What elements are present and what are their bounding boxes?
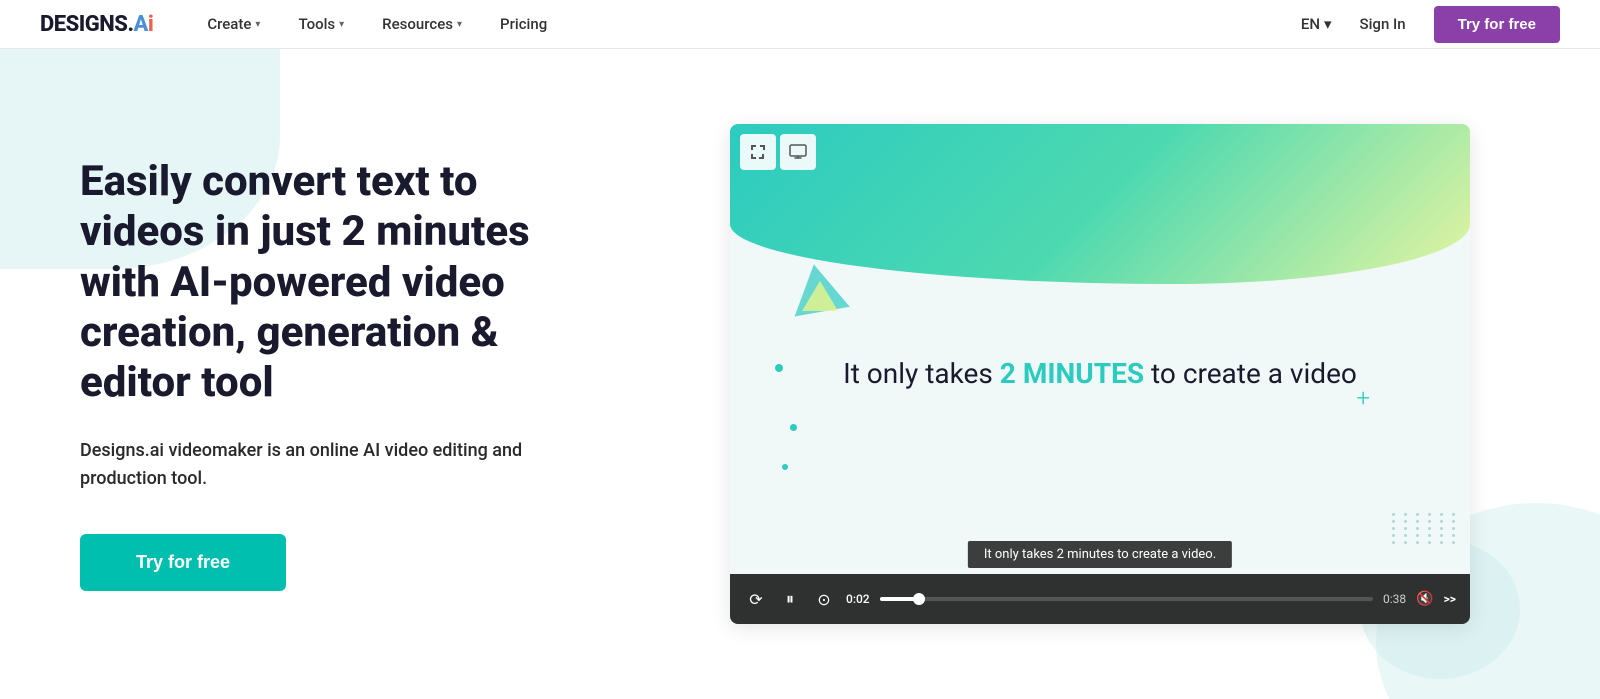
chevron-down-icon: ▾ xyxy=(339,19,344,30)
video-subtitle: It only takes 2 minutes to create a vide… xyxy=(968,541,1232,568)
logo-brand: DESIGNS. xyxy=(40,12,133,37)
dot-grid-decoration xyxy=(1392,513,1460,544)
video-main-text: It only takes 2 MINUTES to create a vide… xyxy=(804,353,1396,395)
forward-icon[interactable]: ⊙ xyxy=(812,590,836,609)
video-controls: ⟳ ⏸ ⊙ 0:02 0:38 🔇 >> xyxy=(730,574,1470,624)
try-free-hero-button[interactable]: Try for free xyxy=(80,534,286,591)
hero-right: + It only takes 2 MINUTES to create a vi… xyxy=(640,124,1600,624)
logo[interactable]: DESIGNS.Ai xyxy=(40,12,153,37)
deco-dot-1 xyxy=(775,364,783,372)
pause-icon[interactable]: ⏸ xyxy=(778,589,802,609)
nav-links: Create ▾ Tools ▾ Resources ▾ Pricing xyxy=(193,9,1301,39)
progress-bar[interactable] xyxy=(880,597,1373,601)
resize-icon[interactable] xyxy=(740,134,776,170)
skip-forward-icon[interactable]: >> xyxy=(1444,592,1456,606)
nav-right: EN ▾ Sign In Try for free xyxy=(1301,6,1560,43)
video-toolbar xyxy=(740,134,816,170)
deco-triangle-inner xyxy=(802,281,838,311)
logo-ai-a: A xyxy=(133,12,147,37)
chevron-down-icon: ▾ xyxy=(1324,15,1332,33)
language-selector[interactable]: EN ▾ xyxy=(1301,15,1332,33)
video-main-content: It only takes 2 MINUTES to create a vide… xyxy=(804,353,1396,395)
time-current: 0:02 xyxy=(846,592,870,606)
logo-text: DESIGNS.Ai xyxy=(40,12,153,37)
nav-tools[interactable]: Tools ▾ xyxy=(284,9,358,39)
time-total: 0:38 xyxy=(1383,592,1406,606)
screen-icon[interactable] xyxy=(780,134,816,170)
deco-dot-2 xyxy=(790,424,797,431)
navbar: DESIGNS.Ai Create ▾ Tools ▾ Resources ▾ … xyxy=(0,0,1600,49)
dot-grid-inner xyxy=(1392,513,1460,544)
hero-title: Easily convert text to videos in just 2 … xyxy=(80,157,580,409)
nav-resources[interactable]: Resources ▾ xyxy=(368,9,476,39)
video-player: + It only takes 2 MINUTES to create a vi… xyxy=(730,124,1470,624)
nav-create[interactable]: Create ▾ xyxy=(193,9,274,39)
deco-dot-3 xyxy=(782,464,788,470)
chevron-down-icon: ▾ xyxy=(255,19,260,30)
progress-thumb xyxy=(913,593,925,605)
rewind-icon[interactable]: ⟳ xyxy=(744,590,768,609)
sign-in-button[interactable]: Sign In xyxy=(1348,9,1418,39)
hero-left: Easily convert text to videos in just 2 … xyxy=(0,157,640,592)
video-highlight: 2 MINUTES xyxy=(1000,357,1144,390)
mute-icon[interactable]: 🔇 xyxy=(1416,591,1433,607)
nav-pricing[interactable]: Pricing xyxy=(486,9,561,39)
try-free-nav-button[interactable]: Try for free xyxy=(1434,6,1560,43)
chevron-down-icon: ▾ xyxy=(457,19,462,30)
logo-ai-i: i xyxy=(148,12,153,37)
hero-section: Easily convert text to videos in just 2 … xyxy=(0,49,1600,699)
hero-description: Designs.ai videomaker is an online AI vi… xyxy=(80,437,580,495)
